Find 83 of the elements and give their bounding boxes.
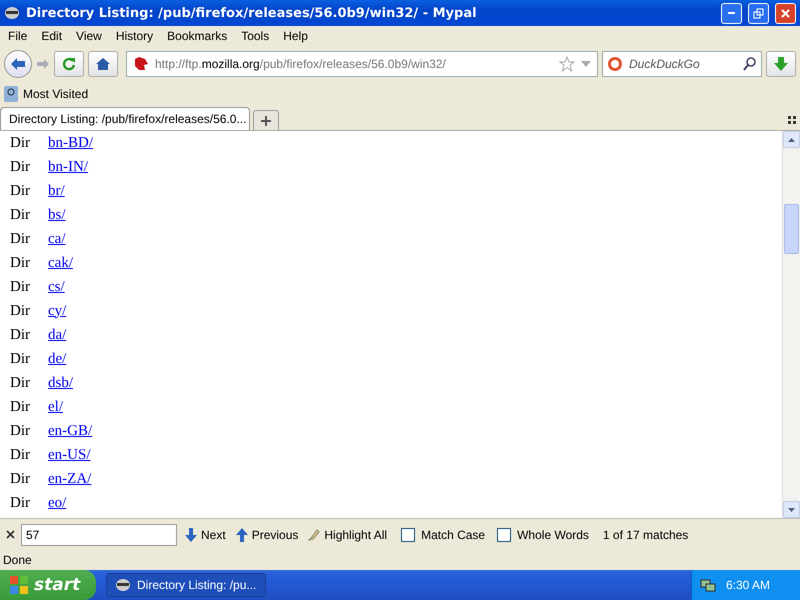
entry-type: Dir [10,158,31,176]
directory-link[interactable]: ca/ [48,230,66,248]
directory-link[interactable]: eo/ [48,494,66,512]
restore-button[interactable] [748,2,769,24]
entry-type: Dir [10,230,31,248]
entry-type: Dir [10,278,31,296]
checkbox-label: Match Case [421,528,486,542]
close-icon [780,8,791,18]
entry-type: Dir [10,374,31,392]
directory-link[interactable]: de/ [48,350,66,368]
entry-type: Dir [10,422,31,440]
menu-item[interactable]: File [2,29,36,43]
network-icon[interactable] [700,578,716,592]
home-button[interactable] [88,51,118,77]
directory-link[interactable]: cy/ [48,302,66,320]
new-tab-button[interactable] [253,110,279,130]
find-field[interactable]: 57 [21,524,177,546]
directory-link[interactable]: br/ [48,182,65,200]
next-button[interactable]: Next [183,528,228,542]
menu-item[interactable]: View [70,29,110,43]
window-title: Directory Listing: /pub/firefox/releases/56.0b9/win32/ - Mypal [26,6,478,20]
menu-item[interactable]: History [110,29,162,43]
entry-type: Dir [10,494,31,512]
checkbox[interactable] [401,528,416,542]
house-icon [95,57,111,71]
minimize-icon [728,12,735,14]
restore-icon [753,8,764,18]
marker-pen-icon [308,528,320,540]
directory-link[interactable]: el/ [48,398,63,416]
menu-item[interactable]: Edit [35,29,70,43]
menu-item[interactable]: Tools [235,29,278,43]
entry-type: Dir [10,134,31,152]
taskbar-button[interactable]: Directory Listing: /pu... [106,573,266,597]
back-button[interactable] [4,50,32,78]
checkbox-label: Whole Words [517,528,589,542]
directory-link[interactable]: en-GB/ [48,422,92,440]
clock: 6:30 AM [726,578,770,592]
reload-button[interactable] [54,51,84,77]
entry-type: Dir [10,350,31,368]
scrollbar[interactable] [782,131,800,518]
down-arrow-icon [774,57,788,71]
directory-link[interactable]: da/ [48,326,66,344]
entry-type: Dir [10,206,31,224]
browser-tab[interactable]: Directory Listing: /pub/firefox/releases/56.0... [0,107,250,130]
reload-icon [62,57,76,71]
entry-type: Dir [10,326,31,344]
entry-type: Dir [10,398,31,416]
menu-item[interactable]: Bookmarks [161,29,236,43]
entry-type: Dir [10,470,31,488]
directory-link[interactable]: dsb/ [48,374,74,392]
minimize-button[interactable] [721,2,742,24]
entry-type: Dir [10,302,31,320]
status-text: Done [2,552,33,569]
down-arrow-icon [185,528,197,542]
directory-link[interactable]: cs/ [48,278,65,296]
search-icon[interactable] [743,57,757,71]
entry-type: Dir [10,254,31,272]
previous-button[interactable]: Previous [234,528,300,542]
download-button[interactable] [766,51,796,77]
directory-link[interactable]: bn-IN/ [48,158,88,176]
checkbox[interactable] [497,528,512,542]
menu-item[interactable]: Help [277,29,316,43]
grid-icon[interactable] [788,116,796,124]
close-icon[interactable] [6,530,15,539]
scroll-thumb[interactable] [784,204,799,254]
highlight-all-button[interactable]: Highlight All [306,528,390,542]
directory-link[interactable]: en-US/ [48,446,90,464]
star-icon[interactable] [559,56,575,72]
entry-type: Dir [10,182,31,200]
up-arrow-icon [236,528,248,542]
address-field[interactable]: http://ftp.mozilla.org/pub/firefox/releases/56.0b9/win32/ [126,51,598,77]
entry-type: Dir [10,446,31,464]
search-box[interactable]: DuckDuckGo [602,51,762,77]
bookmark-item[interactable]: Most Visited [4,86,88,102]
windows-flag-icon [10,576,28,594]
directory-link[interactable]: bn-BD/ [48,134,93,152]
back-arrow-icon [10,57,26,71]
directory-link[interactable]: cak/ [48,254,73,272]
plus-icon [260,114,272,126]
match-count: 1 of 17 matches [602,528,688,542]
directory-link[interactable]: bs/ [48,206,66,224]
directory-link[interactable]: en-ZA/ [48,470,92,488]
close-button[interactable] [775,2,796,24]
